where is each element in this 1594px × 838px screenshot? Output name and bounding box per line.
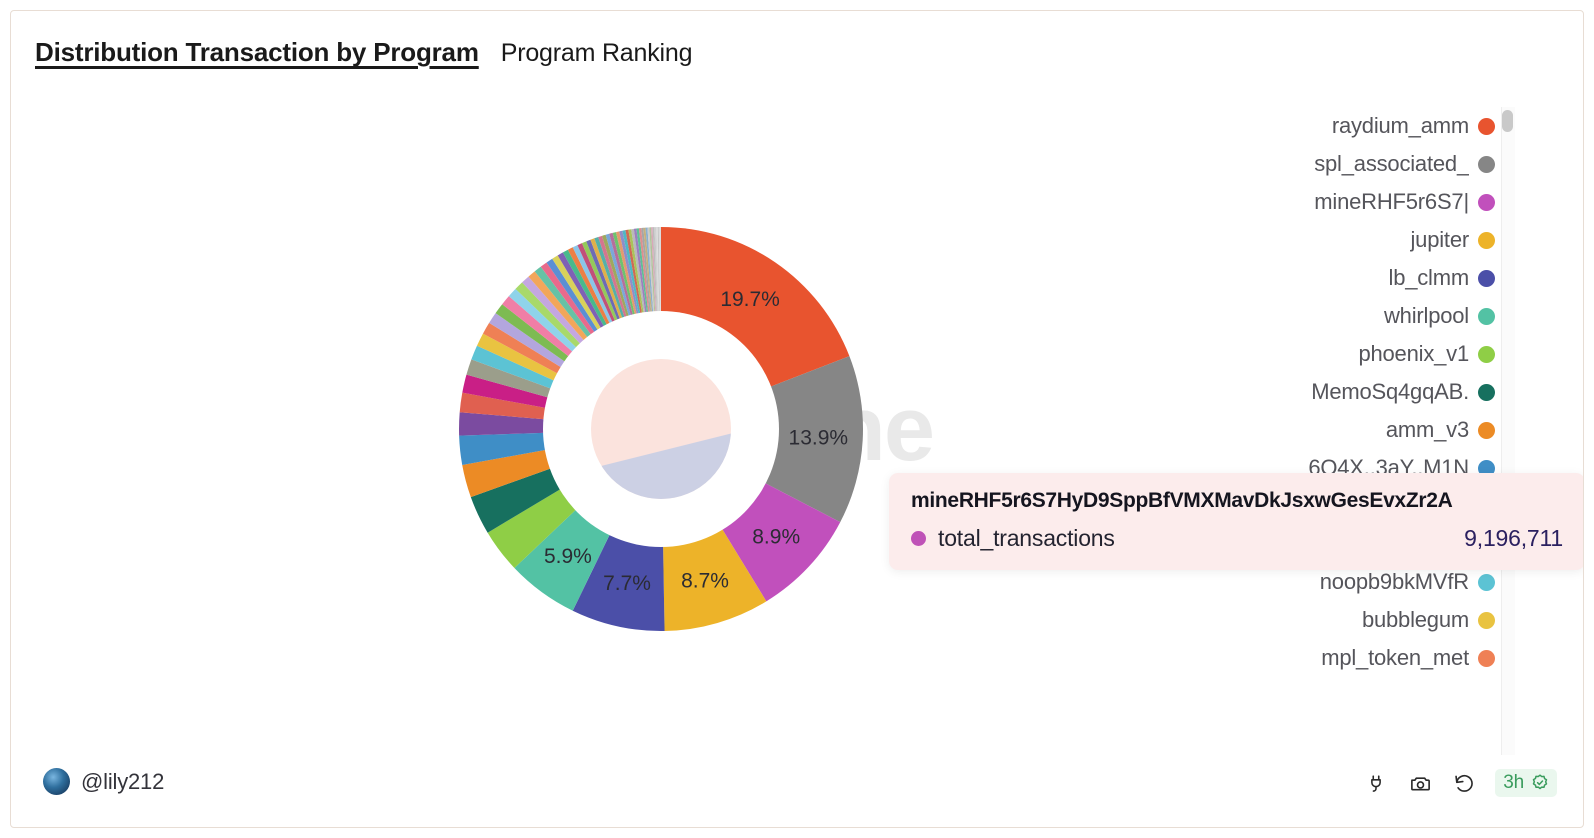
tooltip-value: 9,196,711 [1464,525,1563,551]
legend-item-label: spl_associated_ [1314,151,1469,176]
chart-tooltip: mineRHF5r6S7HyD9SppBfVMXMavDkJsxwGesEvxZ… [889,473,1583,570]
legend-item-label: mpl_token_met [1321,645,1469,670]
legend-item-label: MemoSq4gqAB. [1311,379,1469,404]
chart-header: Distribution Transaction by Program Prog… [35,37,692,68]
data-freshness-badge[interactable]: 3h [1495,769,1557,797]
tooltip-series-dot-icon [911,531,926,546]
legend-item[interactable]: MemoSq4gqAB. [1265,373,1495,411]
legend-item-label: mineRHF5r6S7| [1314,189,1469,214]
camera-icon[interactable] [1407,770,1433,796]
freshness-label: 3h [1503,772,1524,793]
legend-color-swatch [1478,155,1495,173]
legend-color-swatch [1478,383,1495,401]
legend-item[interactable]: bubblegum [1265,601,1495,639]
author-username[interactable]: @lily212 [81,769,164,795]
legend-item[interactable]: mpl_token_met [1265,639,1495,677]
legend-item-label: raydium_amm [1331,113,1469,138]
legend-color-swatch [1478,193,1495,211]
legend-item-label: phoenix_v1 [1358,341,1469,366]
legend-item[interactable]: spl_associated_ [1265,145,1495,183]
slice-percent-label: 19.7% [720,288,780,311]
legend-item[interactable]: lb_clmm [1265,259,1495,297]
avatar [43,768,70,795]
legend-item[interactable]: mineRHF5r6S7| [1265,183,1495,221]
legend-color-swatch [1478,269,1495,287]
legend-item-label: noopb9bkMVfR [1319,569,1469,594]
legend-item-label: bubblegum [1361,607,1469,632]
legend-color-swatch [1478,421,1495,439]
legend-item[interactable]: raydium_amm [1265,107,1495,145]
legend-item[interactable]: jupiter [1265,221,1495,259]
legend-item[interactable]: whirlpool [1265,297,1495,335]
legend-item-label: whirlpool [1383,303,1469,328]
legend-color-swatch [1478,231,1495,249]
slice-percent-label: 7.7% [603,572,651,595]
chart-card: Distribution Transaction by Program Prog… [10,10,1584,828]
legend-item-label: amm_v3 [1385,417,1469,442]
slice-percent-label: 13.9% [789,427,849,450]
chart-subtitle: Program Ranking [500,39,693,67]
legend-color-swatch [1478,345,1495,363]
legend-scrollbar-thumb[interactable] [1502,110,1513,132]
chart-legend[interactable]: raydium_amm spl_associated_ mineRHF5r6S7| j… [1265,107,1495,755]
donut-chart[interactable]: 19.7% 13.9% 8.9% 8.7% 7.7% 5.9% [351,119,971,739]
legend-item[interactable]: amm_v3 [1265,411,1495,449]
legend-color-swatch [1478,611,1495,629]
author-credit[interactable]: @lily212 [43,768,164,795]
slice-percent-label: 8.9% [752,525,800,548]
tooltip-series-label: total_transactions [938,525,1115,551]
legend-scrollbar-track[interactable] [1501,107,1515,755]
slice-percent-label: 8.7% [681,569,729,592]
page-title[interactable]: Distribution Transaction by Program [35,37,479,68]
legend-item[interactable]: phoenix_v1 [1265,335,1495,373]
verified-check-icon [1532,774,1548,790]
tooltip-title: mineRHF5r6S7HyD9SppBfVMXMavDkJsxwGesEvxZ… [911,489,1453,512]
legend-item-label: lb_clmm [1388,265,1470,290]
refresh-icon[interactable] [1451,770,1477,796]
chart-toolbar[interactable]: 3h [1363,769,1557,797]
legend-color-swatch [1478,573,1495,591]
legend-color-swatch [1478,649,1495,667]
slice-percent-label: 5.9% [544,545,592,568]
screenshot-root: Distribution Transaction by Program Prog… [0,0,1594,838]
donut-svg[interactable]: 19.7% 13.9% 8.9% 8.7% 7.7% 5.9% [351,119,971,739]
embed-icon[interactable] [1363,770,1389,796]
legend-item-label: jupiter [1410,227,1469,252]
tooltip-row: total_transactions 9,196,711 [911,525,1563,552]
legend-color-swatch [1478,117,1495,135]
legend-color-swatch [1478,307,1495,325]
